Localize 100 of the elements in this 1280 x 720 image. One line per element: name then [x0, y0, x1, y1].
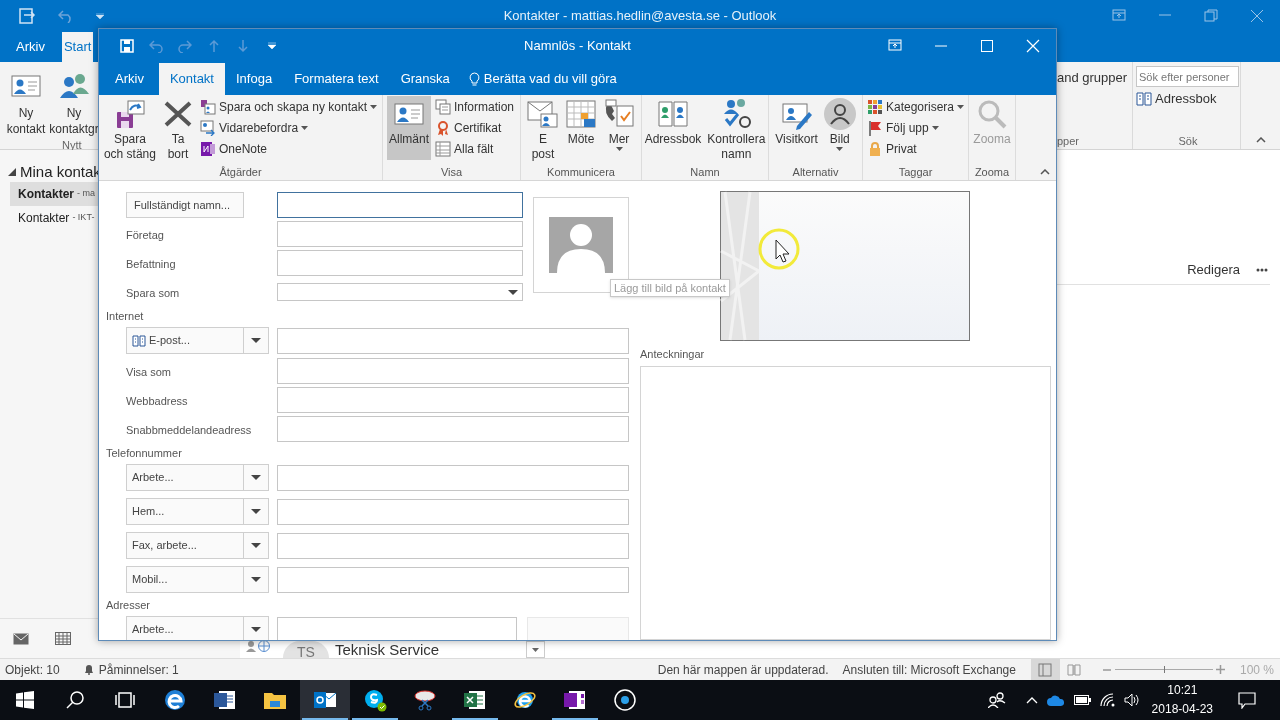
- ribbon-button[interactable]: Ny kontakt: [4, 70, 48, 137]
- ribbon-button[interactable]: Certifikat: [433, 117, 516, 138]
- ribbon-tab[interactable]: Formatera text: [283, 63, 390, 95]
- caret-icon: [615, 147, 623, 151]
- ribbon-button[interactable]: and grupper: [1057, 68, 1132, 88]
- ribbon-display-icon[interactable]: [888, 39, 902, 53]
- people-icon[interactable]: [987, 692, 1006, 708]
- input-field[interactable]: [277, 221, 523, 247]
- input-field[interactable]: [277, 532, 629, 559]
- input-field[interactable]: [277, 416, 629, 442]
- wifi-icon[interactable]: [1099, 693, 1116, 707]
- dropdown-field[interactable]: [277, 283, 523, 301]
- forward-icon: [199, 119, 216, 136]
- ribbon-button[interactable]: Mer: [601, 96, 637, 160]
- volume-icon[interactable]: [1123, 693, 1140, 707]
- dropdown-button[interactable]: [526, 641, 545, 658]
- zoom-slider[interactable]: [1114, 665, 1213, 674]
- dropdown-button[interactable]: Mobil...: [126, 566, 269, 593]
- folder-item[interactable]: Kontakter - IKT-: [10, 206, 98, 230]
- input-field[interactable]: [277, 498, 629, 525]
- ribbon-button[interactable]: Alla fält: [433, 138, 516, 159]
- tell-me-box[interactable]: Berätta vad du vill göra: [460, 63, 625, 95]
- ribbon-tab[interactable]: Infoga: [225, 63, 284, 95]
- collapse-ribbon-icon[interactable]: [1040, 169, 1050, 175]
- dropdown-button[interactable]: Hem...: [126, 498, 269, 525]
- ribbon-tab[interactable]: Arkiv: [100, 63, 159, 95]
- ribbon-tab[interactable]: Kontakt: [158, 63, 225, 95]
- input-field[interactable]: [277, 358, 629, 384]
- more-icon[interactable]: [1256, 268, 1268, 272]
- dropdown-button[interactable]: E-post...: [126, 327, 269, 354]
- input-field[interactable]: [277, 387, 629, 413]
- task-view-icon[interactable]: [114, 692, 136, 708]
- zoom-in-icon[interactable]: [1215, 665, 1225, 674]
- color-grid-icon: [866, 98, 883, 115]
- lightbulb-icon: [468, 71, 480, 87]
- ribbon-button[interactable]: E post: [525, 96, 561, 163]
- ribbon-display-icon[interactable]: [1112, 9, 1126, 23]
- ribbon-button[interactable]: Privat: [864, 138, 966, 159]
- chevron-up-icon[interactable]: [1025, 696, 1038, 704]
- save-icon[interactable]: [120, 39, 134, 53]
- dropdown-button[interactable]: Fax, arbete...: [126, 532, 269, 559]
- ribbon-button[interactable]: Ta bort: [159, 96, 196, 163]
- ribbon-button[interactable]: Adressbok: [642, 96, 704, 160]
- ribbon-button[interactable]: Vidarebefordra: [197, 117, 380, 138]
- window-title: Namnlös - Kontakt: [524, 37, 631, 56]
- dropdown-button[interactable]: Arbete...: [126, 616, 269, 640]
- ribbon-button[interactable]: Spara och skapa ny kontakt: [197, 96, 380, 117]
- reminder-count[interactable]: Påminnelser: 1: [98, 660, 179, 679]
- details-icon: [435, 98, 451, 115]
- ribbon-tab[interactable]: Start: [61, 32, 94, 62]
- collapse-ribbon-icon[interactable]: [1255, 137, 1266, 143]
- edit-link[interactable]: Redigera: [1187, 260, 1240, 280]
- customize-icon[interactable]: [96, 13, 104, 19]
- restore-icon[interactable]: [1204, 9, 1218, 23]
- address-book-button[interactable]: Adressbok: [1136, 89, 1240, 109]
- group-label: Kommunicera: [546, 165, 616, 180]
- cloud-icon[interactable]: [1046, 694, 1065, 706]
- calendar-icon[interactable]: [55, 632, 71, 645]
- ribbon-tab[interactable]: Arkiv: [0, 32, 62, 62]
- caret-icon: [836, 147, 844, 151]
- ribbon-button[interactable]: Spara och stäng: [101, 96, 158, 163]
- ribbon-button[interactable]: Kontrollera namn: [705, 96, 768, 163]
- battery-icon[interactable]: [1073, 695, 1091, 705]
- ribbon-button[interactable]: Information: [433, 96, 516, 117]
- input-field[interactable]: [277, 566, 629, 593]
- maximize-icon[interactable]: [980, 39, 994, 53]
- notes-field[interactable]: [640, 366, 1051, 640]
- group-label: Alternativ: [791, 165, 840, 180]
- folder-item[interactable]: Kontakter - ma: [10, 182, 98, 206]
- ribbon-tab[interactable]: Granska: [389, 63, 461, 95]
- ribbon-button[interactable]: Bild: [821, 96, 858, 160]
- input-field[interactable]: [277, 250, 523, 276]
- ribbon-button[interactable]: Möte: [563, 96, 599, 160]
- ribbon-button[interactable]: OneNote: [197, 138, 380, 159]
- notification-icon[interactable]: [1238, 691, 1256, 709]
- ribbon-button[interactable]: Ny kontaktgr: [52, 70, 96, 137]
- folder-group-header[interactable]: Mina kontak: [20, 160, 101, 184]
- ribbon-button[interactable]: Visitkort: [773, 96, 820, 160]
- spreadsheet-app-icon: [463, 688, 487, 712]
- view-button[interactable]: [1030, 659, 1060, 680]
- clock[interactable]: 10:21 2018-04-23: [1151, 681, 1213, 719]
- dropdown-button[interactable]: Arbete...: [126, 464, 269, 491]
- search-icon[interactable]: [66, 691, 84, 709]
- send-receive-icon[interactable]: [18, 7, 36, 25]
- ribbon-button[interactable]: Allmänt: [386, 96, 431, 160]
- ribbon-button[interactable]: Följ upp: [864, 117, 966, 138]
- ribbon-button[interactable]: Kategorisera: [864, 96, 966, 117]
- input-field[interactable]: [277, 327, 629, 354]
- browser-icon: [163, 688, 187, 712]
- search-field[interactable]: Sök efter personer: [1136, 66, 1239, 87]
- input-field[interactable]: [277, 192, 523, 218]
- mail-icon[interactable]: [13, 632, 29, 645]
- full-name-button[interactable]: Fullständigt namn...: [126, 192, 244, 219]
- close-icon[interactable]: [1250, 9, 1264, 23]
- taskbar-app-button[interactable]: [300, 680, 350, 720]
- input-field[interactable]: [277, 464, 629, 491]
- expand-triangle-icon[interactable]: [8, 168, 16, 176]
- start-icon[interactable]: [16, 691, 34, 709]
- section-label: Telefonnummer: [105, 445, 183, 461]
- input-field[interactable]: [277, 616, 517, 640]
